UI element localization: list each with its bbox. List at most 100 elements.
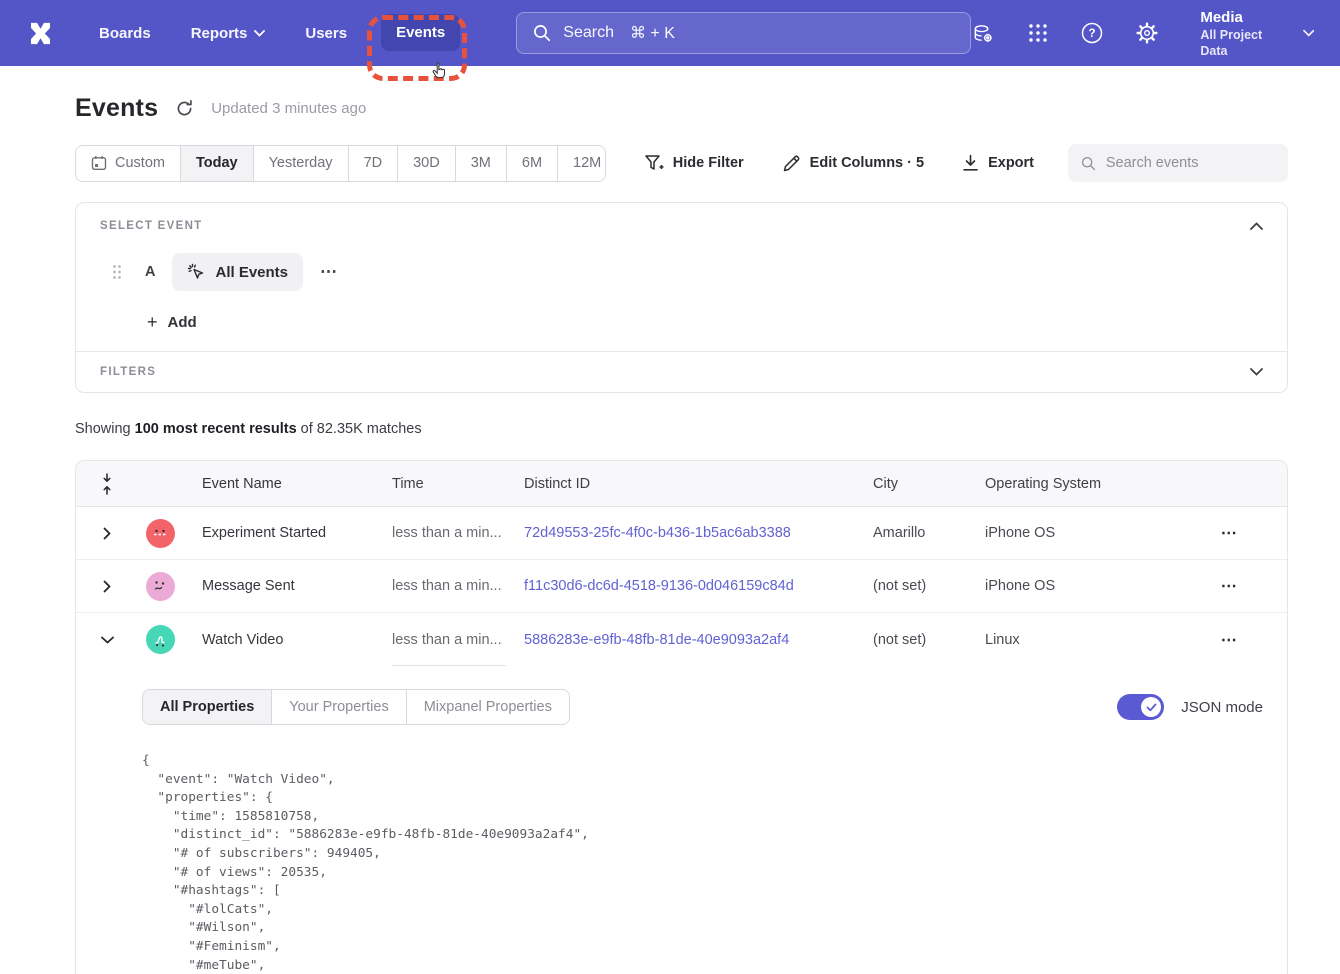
- table-header-row: Event Name Time Distinct ID City Operati…: [76, 461, 1287, 507]
- nav-reports-label: Reports: [191, 25, 248, 42]
- global-search-input[interactable]: Search ⌘ + K: [516, 12, 971, 54]
- json-mode-label: JSON mode: [1181, 699, 1263, 716]
- col-header-event-name[interactable]: Event Name: [182, 476, 392, 492]
- mixpanel-logo[interactable]: [26, 19, 55, 48]
- chevron-down-icon: [254, 30, 265, 37]
- hide-filter-label: Hide Filter: [673, 155, 744, 171]
- expand-row-button[interactable]: [76, 527, 138, 540]
- data-management-icon[interactable]: [971, 21, 995, 45]
- apps-grid-icon[interactable]: [1026, 21, 1049, 45]
- nav-boards-label: Boards: [99, 25, 151, 42]
- event-os: iPhone OS: [985, 525, 1172, 541]
- event-name: Watch Video: [182, 632, 392, 648]
- date-range-yesterday[interactable]: Yesterday: [253, 146, 348, 181]
- event-name: Message Sent: [182, 578, 392, 594]
- event-avatar: [146, 572, 175, 601]
- event-detail-panel: All Properties Your Properties Mixpanel …: [76, 666, 1287, 974]
- event-time: less than a min...: [392, 560, 524, 612]
- search-icon: [1081, 155, 1096, 172]
- event-selector-chip[interactable]: All Events: [172, 253, 303, 291]
- date-range-30d[interactable]: 30D: [397, 146, 455, 181]
- event-city: (not set): [873, 632, 985, 648]
- row-more-options-icon[interactable]: ⋯: [1172, 523, 1287, 543]
- sort-icon[interactable]: [76, 473, 138, 495]
- date-range-today[interactable]: Today: [180, 146, 253, 181]
- help-icon[interactable]: ?: [1080, 21, 1104, 45]
- hide-filter-button[interactable]: Hide Filter: [644, 154, 744, 173]
- check-icon: [1146, 703, 1157, 712]
- distinct-id: 5886283e-e9fb-48fb-81de-40e9093a2af4: [524, 632, 873, 648]
- edit-columns-label: Edit Columns · 5: [810, 155, 924, 171]
- table-row: Message Sent less than a min... f11c30d6…: [76, 560, 1287, 613]
- date-range-12m[interactable]: 12M: [557, 146, 606, 181]
- date-range-7d[interactable]: 7D: [348, 146, 398, 181]
- project-scope: All Project Data: [1200, 27, 1288, 59]
- chevron-right-icon: [103, 527, 111, 540]
- col-header-city[interactable]: City: [873, 476, 985, 492]
- event-os: Linux: [985, 632, 1172, 648]
- nav-item-reports[interactable]: Reports: [191, 25, 266, 42]
- event-city: Amarillo: [873, 525, 985, 541]
- edit-columns-button[interactable]: Edit Columns · 5: [782, 154, 924, 173]
- updated-status: Updated 3 minutes ago: [211, 100, 366, 117]
- json-mode-toggle[interactable]: [1117, 694, 1164, 720]
- calendar-icon: [91, 155, 107, 171]
- svg-text:?: ?: [1089, 28, 1096, 40]
- pencil-icon: [782, 154, 801, 173]
- results-summary: Showing 100 most recent results of 82.35…: [75, 421, 1288, 437]
- search-icon: [533, 24, 551, 42]
- nav-item-boards[interactable]: Boards: [99, 25, 151, 42]
- page-title: Events: [75, 94, 158, 123]
- tab-mixpanel-properties[interactable]: Mixpanel Properties: [406, 690, 569, 724]
- project-switcher[interactable]: Media All Project Data: [1200, 8, 1314, 59]
- tab-your-properties[interactable]: Your Properties: [271, 690, 405, 724]
- tab-all-properties[interactable]: All Properties: [143, 690, 271, 724]
- project-name: Media: [1200, 8, 1288, 27]
- search-events-field[interactable]: [1068, 144, 1288, 182]
- event-time: less than a min...: [392, 507, 524, 559]
- add-event-button[interactable]: + Add: [147, 313, 1263, 331]
- event-avatar: [146, 519, 175, 548]
- search-events-input[interactable]: [1106, 155, 1275, 171]
- refresh-icon[interactable]: [175, 99, 194, 118]
- filters-label: FILTERS: [100, 366, 156, 378]
- export-button[interactable]: Export: [962, 154, 1034, 172]
- select-event-label: SELECT EVENT: [100, 220, 203, 232]
- nav-item-events[interactable]: Events: [381, 14, 460, 51]
- distinct-id: f11c30d6-dc6d-4518-9136-0d046159c84d: [524, 578, 873, 594]
- date-range-6m[interactable]: 6M: [506, 146, 557, 181]
- add-label: Add: [168, 314, 197, 331]
- col-header-os[interactable]: Operating System: [985, 476, 1172, 492]
- gear-icon[interactable]: [1135, 21, 1159, 45]
- search-shortcut: ⌘ + K: [630, 23, 675, 43]
- table-row: Experiment Started less than a min... 72…: [76, 507, 1287, 560]
- row-more-options-icon[interactable]: ⋯: [1172, 576, 1287, 596]
- chevron-right-icon: [103, 580, 111, 593]
- event-more-options-icon[interactable]: ⋯: [320, 262, 338, 282]
- collapse-row-button[interactable]: [76, 636, 138, 644]
- chevron-up-icon[interactable]: [1250, 222, 1263, 230]
- plus-icon: +: [147, 313, 158, 331]
- export-label: Export: [988, 155, 1034, 171]
- query-builder-card: SELECT EVENT A All Events ⋯: [75, 202, 1288, 393]
- date-range-custom[interactable]: Custom: [76, 146, 180, 181]
- chevron-down-icon: [1250, 368, 1263, 376]
- chevron-down-icon: [101, 636, 114, 644]
- magic-cursor-icon: [187, 263, 206, 282]
- row-more-options-icon[interactable]: ⋯: [1172, 630, 1287, 650]
- event-row-letter: A: [145, 264, 155, 280]
- date-range-control: Custom Today Yesterday 7D 30D 3M 6M 12M: [75, 145, 606, 182]
- col-header-distinct-id[interactable]: Distinct ID: [524, 476, 873, 492]
- search-placeholder: Search: [563, 24, 614, 42]
- toggle-knob: [1141, 697, 1161, 717]
- chevron-down-icon: [1303, 29, 1314, 37]
- col-header-time[interactable]: Time: [392, 476, 524, 492]
- cursor-pointer-icon: [431, 62, 448, 82]
- expand-row-button[interactable]: [76, 580, 138, 593]
- date-range-3m[interactable]: 3M: [455, 146, 506, 181]
- filters-section-toggle[interactable]: FILTERS: [76, 352, 1287, 392]
- date-range-label: Custom: [115, 155, 165, 171]
- nav-item-users[interactable]: Users: [305, 25, 347, 42]
- event-os: iPhone OS: [985, 578, 1172, 594]
- drag-handle-icon[interactable]: [112, 264, 122, 280]
